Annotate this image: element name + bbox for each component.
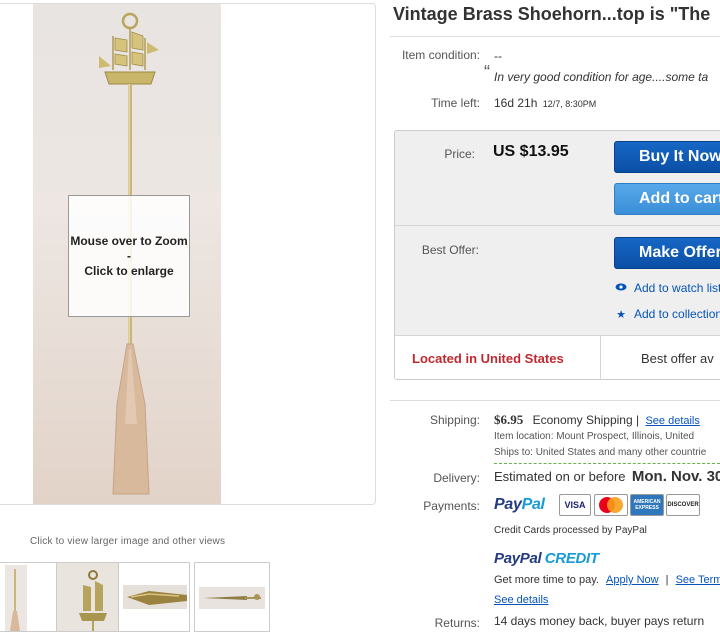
time-left-value: 16d 21h 12/7, 8:30PM <box>494 96 596 110</box>
payments-label: Payments: <box>423 499 480 513</box>
thumbnail-strip <box>0 562 284 632</box>
shipping-divider <box>390 400 720 401</box>
price-label: Price: <box>444 147 475 161</box>
returns-value: 14 days money back, buyer pays return <box>494 614 705 628</box>
shipping-label: Shipping: <box>429 413 480 427</box>
add-to-cart-button[interactable]: Add to cart <box>614 183 720 215</box>
eye-icon <box>614 282 628 294</box>
watch-list-label: Add to watch list <box>634 281 720 295</box>
paypal-credit-dark: PayPal <box>494 550 542 567</box>
condition-label: Item condition: <box>401 48 480 62</box>
item-location: Item location: Mount Prospect, Illinois,… <box>494 431 695 442</box>
buy-it-now-button[interactable]: Buy It Now <box>614 141 720 173</box>
zoom-hint-line2: Click to enlarge <box>84 263 174 278</box>
visa-card-icon: VISA <box>559 494 591 516</box>
returns-label: Returns: <box>434 616 480 630</box>
condition-note: In very good condition for age....some t… <box>494 70 709 84</box>
gallery-caption: Click to view larger image and other vie… <box>30 536 226 547</box>
add-to-collection-link[interactable]: ★ Add to collection <box>614 307 720 321</box>
offer-footer: Located in United States Best offer av <box>395 335 720 379</box>
ships-to: Ships to: United States and many other c… <box>494 447 707 458</box>
delivery-date: Mon. Nov. 30 <box>631 468 720 485</box>
payments-see-details: See details <box>494 592 548 606</box>
paypal-credit-logo: PayPal CREDIT <box>494 550 599 567</box>
time-left-duration: 16d 21h <box>494 96 538 110</box>
payments-details-link[interactable]: See details <box>494 594 548 606</box>
delivery-dashed-rule <box>494 463 720 464</box>
apply-now-link[interactable]: Apply Now <box>606 574 659 586</box>
add-to-watch-list-link[interactable]: Add to watch list <box>614 281 720 295</box>
location-notice: Located in United States <box>412 351 564 366</box>
make-offer-button[interactable]: Make Offer <box>614 237 720 269</box>
best-offer-label: Best Offer: <box>421 243 479 257</box>
zoom-hint-line1: Mouse over to Zoom <box>70 233 188 248</box>
main-image-viewer[interactable]: Mouse over to Zoom - Click to enlarge <box>0 3 376 505</box>
delivery-line: Estimated on or before Mon. Nov. 30 <box>494 468 720 485</box>
delivery-label: Delivery: <box>433 471 480 485</box>
see-terms-link[interactable]: See Terms <box>676 574 720 586</box>
listing-page: Mouse over to Zoom - Click to enlarge Cl… <box>0 0 720 632</box>
delivery-prefix: Estimated on or before <box>494 469 626 484</box>
condition-value: -- <box>494 49 502 63</box>
time-left-label: Time left: <box>431 96 480 110</box>
link-separator: | <box>665 574 669 586</box>
quote-icon: “ <box>484 62 490 82</box>
offer-separator <box>395 225 720 226</box>
purchase-panel: Price: US $13.95 Buy It Now Add to cart … <box>394 130 720 380</box>
item-title: Vintage Brass Shoehorn...top is "The <box>393 4 711 24</box>
mastercard-icon <box>594 494 628 516</box>
amex-card-icon: AMERICAN EXPRESS <box>630 494 664 516</box>
credit-cards-note: Credit Cards processed by PayPal <box>494 525 647 536</box>
thumbnail-3[interactable] <box>118 562 190 632</box>
best-offer-available: Best offer av <box>641 351 714 366</box>
credit-line: Get more time to pay. Apply Now | See Te… <box>494 574 720 586</box>
time-left-date: 12/7, 8:30PM <box>542 99 597 109</box>
zoom-hint-dash: - <box>127 248 131 263</box>
footer-separator <box>600 336 601 379</box>
paypal-credit-light: CREDIT <box>544 550 599 567</box>
paypal-logo-dark: Pay <box>494 496 522 513</box>
discover-card-icon: DISCOVER <box>666 494 700 516</box>
credit-text: Get more time to pay. <box>494 574 599 586</box>
paypal-logo-light: Pal <box>521 496 545 513</box>
shipping-line: $6.95 Economy Shipping | See details <box>494 412 700 428</box>
thumbnail-4[interactable] <box>194 562 270 632</box>
zoom-overlay[interactable]: Mouse over to Zoom - Click to enlarge <box>68 195 190 317</box>
shipping-method: Economy Shipping | <box>532 413 640 427</box>
star-icon: ★ <box>616 308 626 321</box>
paypal-logo: PayPal <box>494 496 545 514</box>
title-divider <box>390 36 720 37</box>
shipping-price: $6.95 <box>494 412 524 427</box>
collection-label: Add to collection <box>634 307 720 321</box>
price-value: US $13.95 <box>493 143 569 160</box>
shipping-details-link[interactable]: See details <box>645 415 699 427</box>
